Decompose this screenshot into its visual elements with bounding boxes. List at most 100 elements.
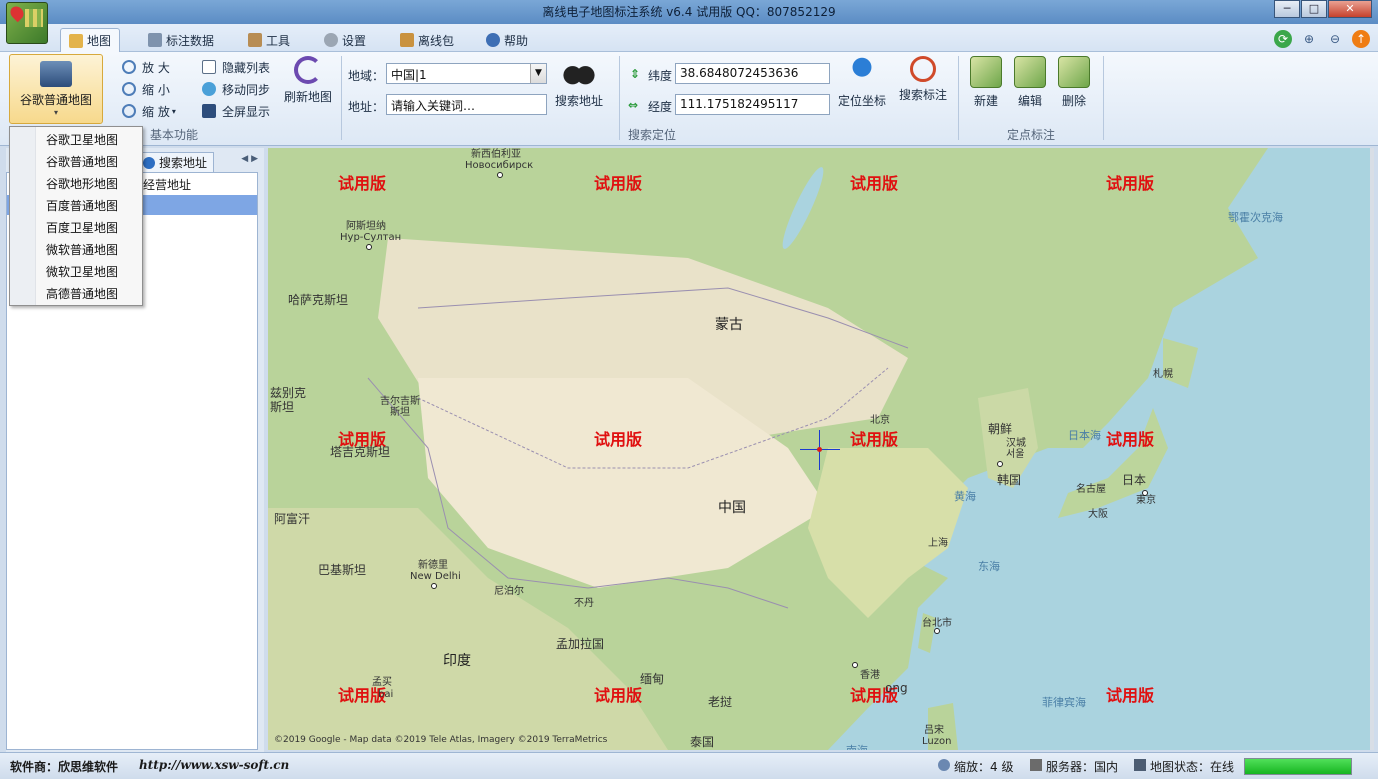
search-mark-button[interactable]: 搜索标注	[896, 56, 950, 103]
zoom-in-icon[interactable]: ⊕	[1300, 30, 1318, 48]
globe-icon	[143, 156, 155, 169]
move-sync-button[interactable]: 移动同步	[202, 80, 270, 98]
menu-item-bing-satellite[interactable]: 微软卫星地图	[46, 261, 118, 283]
tab-offline[interactable]: 离线包	[392, 28, 462, 52]
sea-label: 菲律宾海	[1042, 696, 1086, 709]
zoom-label: 缩 放	[142, 104, 170, 119]
menu-item-bing-normal[interactable]: 微软普通地图	[46, 239, 118, 261]
tab-tools[interactable]: 工具	[240, 28, 298, 52]
refresh-icon[interactable]: ⟳	[1274, 30, 1292, 48]
fullscreen-button[interactable]: 全屏显示	[202, 102, 270, 120]
address-input[interactable]: 请输入关键词…	[386, 94, 547, 115]
search-address-button[interactable]: 搜索地址	[553, 56, 605, 109]
horizontal-arrows-icon: ⇔	[628, 98, 639, 112]
edit-map-icon	[1014, 56, 1046, 88]
city-label: 札幌	[1153, 369, 1173, 380]
vendor-link[interactable]: http://www.xsw-soft.cn	[139, 758, 289, 772]
zoom-in-label: 放 大	[142, 60, 170, 75]
city-label: 香港	[860, 670, 880, 681]
update-icon[interactable]: ↑	[1352, 30, 1370, 48]
help-icon	[486, 33, 500, 47]
app-logo-icon[interactable]	[6, 2, 48, 44]
magnifier-minus-icon	[122, 82, 136, 96]
status-vendor: 软件商：欣思维软件	[10, 760, 119, 774]
people-icon	[938, 759, 950, 771]
title-bar: 离线电子地图标注系统 v6.4 试用版 QQ：807852129 ─ □ ✕	[0, 0, 1378, 24]
delete-marker-label: 删除	[1061, 94, 1086, 108]
search-mark-label: 搜索标注	[898, 88, 947, 102]
country-label: 吉尔吉斯	[380, 396, 420, 407]
region-select[interactable]: 中国|1 ▼	[386, 63, 547, 84]
tab-help[interactable]: 帮助	[478, 28, 536, 52]
zoom-in-button[interactable]: 放 大	[122, 58, 170, 76]
tab-search-address-label: 搜索地址	[159, 156, 208, 170]
separator	[958, 56, 959, 140]
map-status: 地图状态：在线	[1134, 758, 1234, 775]
satellite-icon	[1134, 759, 1146, 771]
tab-search-address[interactable]: 搜索地址	[136, 152, 215, 172]
tab-tools-label: 工具	[266, 33, 291, 48]
city-label: Нур-Султан	[340, 232, 402, 243]
sea-label: 日本海	[1068, 429, 1101, 442]
hide-list-button[interactable]: 隐藏列表	[202, 58, 270, 76]
tab-settings[interactable]: 设置	[316, 28, 374, 52]
locate-coord-button[interactable]: 定位坐标	[836, 56, 888, 109]
zoom-button[interactable]: 缩 放 ▾	[122, 102, 176, 120]
map-scrollbar[interactable]	[1370, 148, 1374, 750]
move-sync-label: 移动同步	[222, 82, 271, 97]
edit-marker-label: 编辑	[1017, 94, 1042, 108]
city-label: 北京	[870, 415, 890, 426]
close-button[interactable]: ✕	[1328, 0, 1372, 18]
watermark: 试用版	[850, 430, 899, 449]
sea-label: 东海	[978, 560, 1000, 573]
lng-input[interactable]: 111.175182495117	[675, 94, 830, 115]
new-marker-button[interactable]: 新建	[966, 56, 1006, 109]
country-label: 不丹	[574, 598, 594, 609]
map-type-button[interactable]: 谷歌普通地图 ▾	[9, 54, 103, 124]
tab-map-label: 地图	[87, 34, 112, 48]
panel-nav-arrows[interactable]: ◀ ▶	[241, 154, 258, 164]
hide-list-label: 隐藏列表	[222, 60, 271, 75]
lat-label: 纬度	[648, 69, 673, 83]
menu-item-baidu-normal[interactable]: 百度普通地图	[46, 195, 118, 217]
map-icon	[69, 33, 83, 48]
city-dot	[852, 662, 858, 668]
city-label: 上海	[928, 538, 948, 549]
edit-marker-button[interactable]: 编辑	[1010, 56, 1050, 109]
city-label: 東京	[1136, 495, 1156, 506]
zoom-out-icon[interactable]: ⊖	[1326, 30, 1344, 48]
lat-input[interactable]: 38.6848072453636	[675, 63, 830, 84]
refresh-icon	[294, 56, 322, 84]
progress-fill	[1245, 759, 1351, 774]
chevron-down-icon[interactable]: ▼	[530, 64, 546, 83]
tab-map[interactable]: 地图	[60, 28, 121, 52]
menu-item-gaode-normal[interactable]: 高德普通地图	[46, 283, 118, 305]
minimize-button[interactable]: ─	[1274, 0, 1300, 18]
maximize-button[interactable]: □	[1301, 0, 1327, 18]
country-label: 朝鲜	[988, 422, 1013, 436]
tab-data[interactable]: 标注数据	[140, 28, 222, 52]
delete-marker-button[interactable]: 删除	[1054, 56, 1094, 109]
country-label: 韩国	[997, 473, 1022, 487]
menu-item-google-satellite[interactable]: 谷歌卫星地图	[46, 129, 118, 151]
group-label-search: 搜索定位	[628, 128, 677, 142]
country-label: 蒙古	[715, 317, 743, 333]
watermark: 试用版	[1106, 430, 1155, 449]
country-label: 尼泊尔	[494, 586, 524, 597]
map-view[interactable]: 试用版 试用版 试用版 试用版 试用版 试用版 试用版 试用版 试用版 试用版 …	[268, 148, 1374, 750]
vertical-arrows-icon: ⇕	[630, 67, 641, 81]
lng-label: 经度	[648, 100, 673, 114]
menu-item-google-normal[interactable]: 谷歌普通地图	[46, 151, 118, 173]
zoom-out-button[interactable]: 缩 小	[122, 80, 170, 98]
watermark: 试用版	[1106, 174, 1155, 193]
menu-item-google-terrain[interactable]: 谷歌地形地图	[46, 173, 118, 195]
country-label: 缅甸	[640, 672, 665, 686]
map-type-label: 谷歌普通地图	[19, 93, 92, 107]
country-label: 阿富汗	[274, 512, 311, 526]
table-icon	[148, 33, 162, 47]
pin-icon	[846, 56, 878, 88]
tree-item[interactable]: 经营地址	[139, 175, 191, 195]
refresh-map-button[interactable]: 刷新地图	[282, 56, 334, 105]
menu-item-baidu-satellite[interactable]: 百度卫星地图	[46, 217, 118, 239]
tab-offline-label: 离线包	[418, 33, 455, 48]
